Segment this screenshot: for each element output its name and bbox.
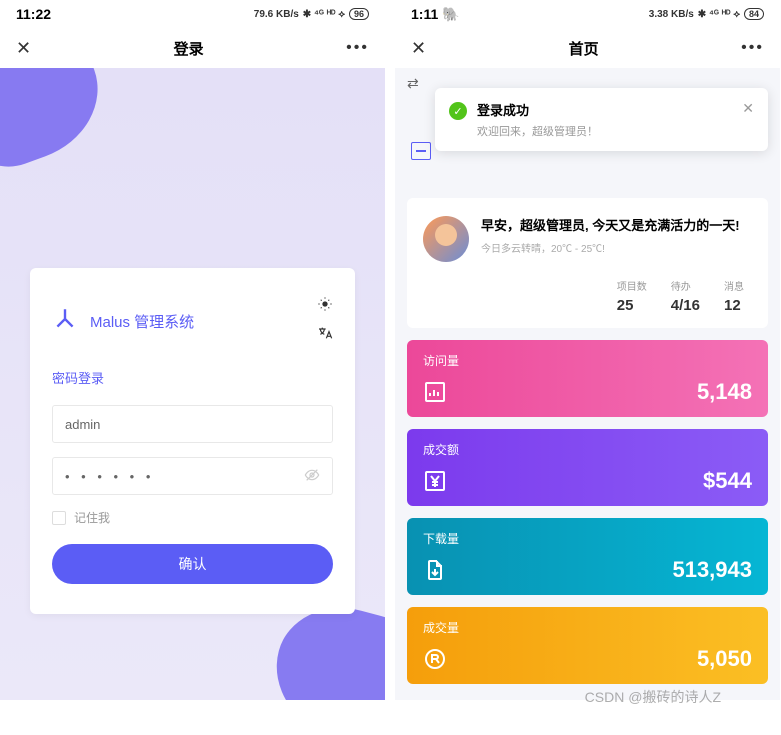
battery-icon: 96 <box>349 8 369 20</box>
status-bar: 11:22 79.6 KB/s ✱ ⁴ᴳ ᴴᴰ ⟡ 96 <box>0 0 385 28</box>
status-bar: 1:11 🐘 3.38 KB/s ✱ ⁴ᴳ ᴴᴰ ⟡ 84 <box>395 0 780 28</box>
phone-login: 11:22 79.6 KB/s ✱ ⁴ᴳ ᴴᴰ ⟡ 96 ✕ 登录 ••• <box>0 0 385 700</box>
toast-desc: 欢迎回来，超级管理员！ <box>477 123 732 139</box>
stat-projects: 项目数 25 <box>617 278 647 314</box>
toast-close-icon[interactable]: ✕ <box>742 100 754 117</box>
battery-icon: 84 <box>744 8 764 20</box>
submit-button[interactable]: 确认 <box>52 544 333 584</box>
yen-icon <box>423 469 447 493</box>
metric-downloads[interactable]: 下载量 513,943 <box>407 518 768 595</box>
menu-toggle-icon[interactable]: ⇄ <box>407 75 419 92</box>
remember-checkbox[interactable]: 记住我 <box>52 509 333 526</box>
more-icon[interactable]: ••• <box>346 39 369 57</box>
metric-visits[interactable]: 访问量 5,148 <box>407 340 768 417</box>
download-icon <box>423 558 447 582</box>
password-input[interactable]: • • • • • • <box>52 457 333 495</box>
close-icon[interactable]: ✕ <box>16 38 31 59</box>
checkbox-icon[interactable] <box>52 511 66 525</box>
eye-icon[interactable] <box>304 467 320 486</box>
monitor-icon[interactable] <box>411 142 431 160</box>
check-icon: ✓ <box>449 102 467 120</box>
login-card: Malus 管理系统 密码登录 admin • • • • • • <box>30 268 355 614</box>
bar-chart-icon <box>423 380 447 404</box>
brand-text: Malus 管理系统 <box>90 311 194 332</box>
close-icon[interactable]: ✕ <box>411 38 426 59</box>
login-type-label: 密码登录 <box>52 368 333 387</box>
page-title: 首页 <box>569 38 599 59</box>
avatar[interactable] <box>423 216 469 262</box>
more-icon[interactable]: ••• <box>741 39 764 57</box>
login-background: Malus 管理系统 密码登录 admin • • • • • • <box>0 68 385 700</box>
logo-icon <box>52 306 78 337</box>
phone-home: 1:11 🐘 3.38 KB/s ✱ ⁴ᴳ ᴴᴰ ⟡ 84 ✕ 首页 ••• ⇄… <box>395 0 780 700</box>
watermark: CSDN @搬砖的诗人Z <box>585 687 721 707</box>
metric-deals[interactable]: 成交量 5,050 <box>407 607 768 684</box>
theme-icon[interactable] <box>317 296 333 317</box>
greeting-subtitle: 今日多云转晴，20℃ - 25℃! <box>481 240 752 255</box>
status-indicators: 3.38 KB/s ✱ ⁴ᴳ ᴴᴰ ⟡ 84 <box>649 8 764 20</box>
page-title: 登录 <box>174 38 204 59</box>
success-toast: ✓ 登录成功 欢迎回来，超级管理员！ ✕ <box>435 88 768 151</box>
stats-row: 项目数 25 待办 4/16 消息 12 <box>423 278 752 314</box>
status-indicators: 79.6 KB/s ✱ ⁴ᴳ ᴴᴰ ⟡ 96 <box>254 8 369 20</box>
title-bar: ✕ 登录 ••• <box>0 28 385 68</box>
metric-revenue[interactable]: 成交额 $544 <box>407 429 768 506</box>
stat-todo: 待办 4/16 <box>671 278 700 314</box>
username-input[interactable]: admin <box>52 405 333 443</box>
title-bar: ✕ 首页 ••• <box>395 28 780 68</box>
greeting-title: 早安，超级管理员, 今天又是充满活力的一天! <box>481 216 752 236</box>
status-time: 11:22 <box>16 6 51 22</box>
home-background: ⇄ ✓ 登录成功 欢迎回来，超级管理员！ ✕ 早安，超级管理员, 今天又是充满活… <box>395 68 780 700</box>
stat-messages: 消息 12 <box>724 278 744 314</box>
registered-icon <box>423 647 447 671</box>
greeting-card: 早安，超级管理员, 今天又是充满活力的一天! 今日多云转晴，20℃ - 25℃!… <box>407 198 768 328</box>
toast-title: 登录成功 <box>477 100 732 119</box>
language-icon[interactable] <box>317 325 333 346</box>
status-time: 1:11 🐘 <box>411 6 460 23</box>
decor-blob <box>0 68 116 178</box>
